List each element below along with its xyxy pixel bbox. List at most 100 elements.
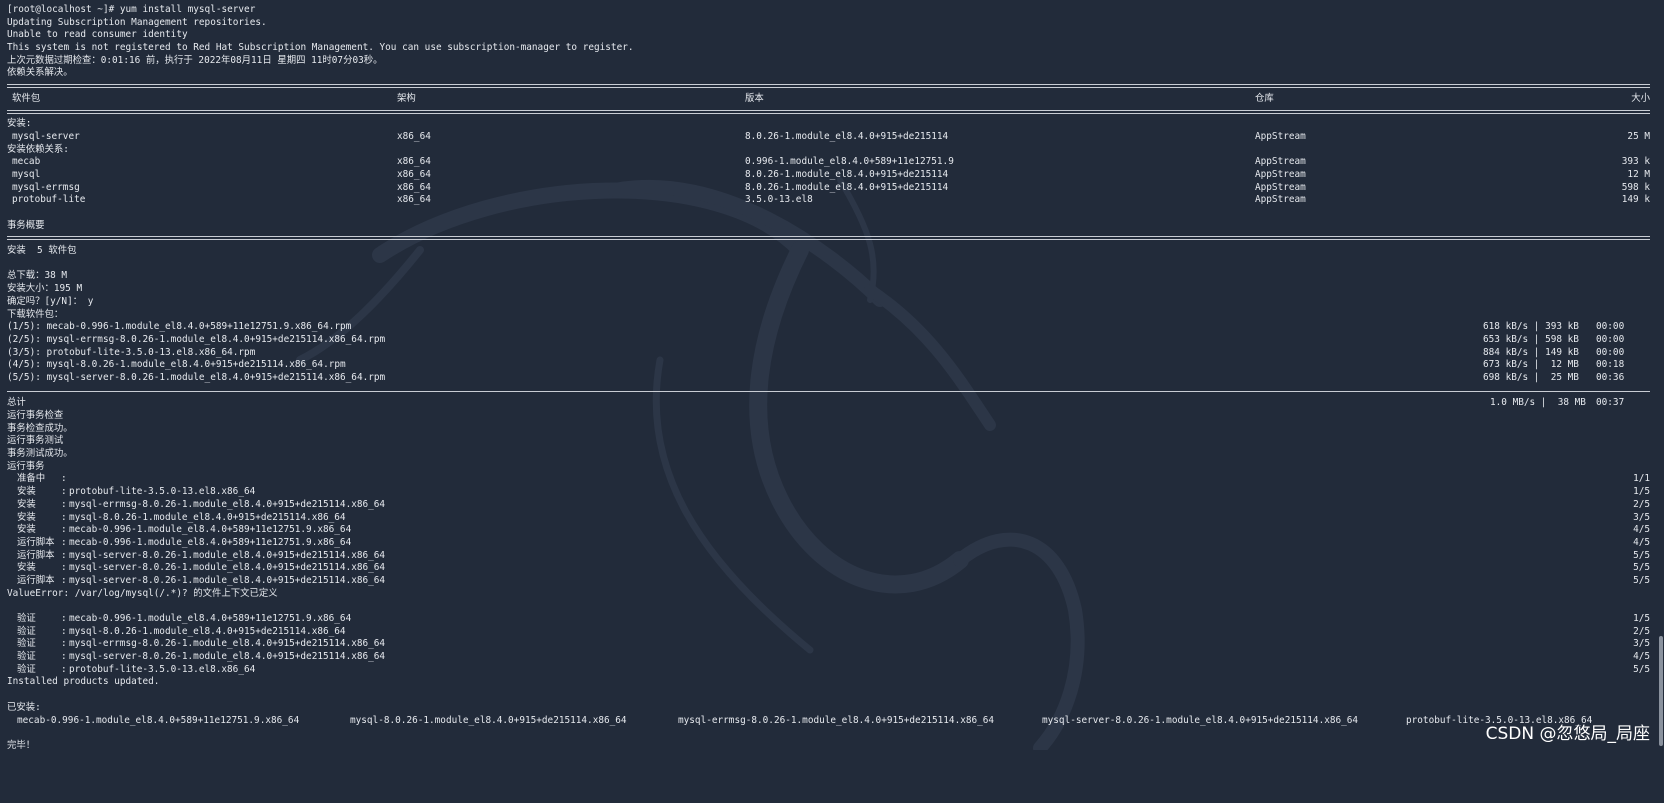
section-label: 安装: <box>7 118 32 130</box>
download-row: (4/5): mysql-8.0.26-1.module_el8.4.0+915… <box>7 359 1657 372</box>
download-time: 00:36 <box>1596 371 1625 383</box>
step-package: mysql-errmsg-8.0.26-1.module_el8.4.0+915… <box>69 498 386 510</box>
step-progress: 4/5 <box>1633 524 1650 536</box>
installed-package: mysql-server-8.0.26-1.module_el8.4.0+915… <box>1042 714 1359 726</box>
output-line: 运行事务测试 <box>7 435 64 447</box>
step-verb: 运行脚本 <box>17 536 55 548</box>
table-divider <box>7 232 1657 245</box>
step-row: 安装 : mysql-errmsg-8.0.26-1.module_el8.4.0… <box>7 499 1657 512</box>
package-version: 3.5.0-13.el8 <box>745 194 813 206</box>
output-line: This system is not registered to Red Hat… <box>7 42 634 54</box>
download-rate: 618 kB/s | 393 kB <box>1483 321 1579 333</box>
package-name: mysql <box>12 168 41 180</box>
table-row: mecab x86_64 0.996-1.module_el8.4.0+589+… <box>7 156 1657 169</box>
step-progress: 1/1 <box>1633 473 1650 485</box>
step-separator: : <box>61 524 67 536</box>
download-rate: 884 kB/s | 149 kB <box>1483 346 1579 358</box>
package-size: 393 k <box>1621 156 1650 168</box>
done-line: 完毕！ <box>7 739 36 751</box>
step-verb: 安装 <box>17 511 59 523</box>
verify-progress: 1/5 <box>1633 613 1650 624</box>
install-size: 安装大小：195 M <box>7 283 83 295</box>
verify-progress: 4/5 <box>1633 651 1650 663</box>
step-verb: 准备中 <box>17 473 57 485</box>
terminal-output[interactable]: [root@localhost ~]# yum install mysql-se… <box>7 4 1657 753</box>
table-row: mysql-errmsg x86_64 8.0.26-1.module_el8.… <box>7 182 1657 195</box>
download-rate: 653 kB/s | 598 kB <box>1483 333 1579 345</box>
downloading-label: 下载软件包： <box>7 308 64 320</box>
step-progress: 5/5 <box>1633 574 1650 586</box>
verify-verb: 验证 <box>17 613 59 624</box>
output-line: Installed products updated. <box>7 676 160 688</box>
total-label: 总计 <box>7 397 26 409</box>
output-line: 依赖关系解决。 <box>7 67 73 79</box>
step-progress: 5/5 <box>1633 562 1650 574</box>
verify-progress: 5/5 <box>1633 663 1650 675</box>
total-download: 总下载：38 M <box>7 270 68 282</box>
total-rate: 1.0 MB/s | 38 MB <box>1490 397 1586 409</box>
verify-row: 验证 : mysql-server-8.0.26-1.module_el8.4.0… <box>7 651 1657 664</box>
step-verb: 安装 <box>17 562 59 574</box>
download-time: 00:00 <box>1596 333 1625 345</box>
verify-row: 验证 : mysql-8.0.26-1.module_el8.4.0+915+de… <box>7 626 1657 639</box>
download-file: (1/5): mecab-0.996-1.module_el8.4.0+589+… <box>7 321 352 333</box>
verify-package: mysql-server-8.0.26-1.module_el8.4.0+915… <box>69 651 386 663</box>
download-time: 00:18 <box>1596 359 1625 371</box>
column-header-size: 大小 <box>1631 92 1650 104</box>
step-progress: 1/5 <box>1633 486 1650 498</box>
package-repo: AppStream <box>1255 181 1306 193</box>
verify-row: 验证 : mysql-errmsg-8.0.26-1.module_el8.4.0… <box>7 638 1657 651</box>
table-row: mysql-server x86_64 8.0.26-1.module_el8.… <box>7 131 1657 144</box>
installed-package: mysql-8.0.26-1.module_el8.4.0+915+de2151… <box>350 714 627 726</box>
scrollbar[interactable] <box>1659 636 1663 746</box>
step-package: mysql-server-8.0.26-1.module_el8.4.0+915… <box>69 562 386 574</box>
step-package: mecab-0.996-1.module_el8.4.0+589+11e1275… <box>69 524 352 536</box>
table-divider <box>7 80 1657 93</box>
output-line: 运行事务 <box>7 460 45 472</box>
output-line: Updating Subscription Management reposit… <box>7 16 267 28</box>
package-arch: x86_64 <box>397 130 431 142</box>
download-row: (1/5): mecab-0.996-1.module_el8.4.0+589+… <box>7 321 1657 334</box>
step-row: 安装 : mecab-0.996-1.module_el8.4.0+589+11e… <box>7 524 1657 537</box>
output-line: Unable to read consumer identity <box>7 29 188 41</box>
table-header: 软件包 架构 版本 仓库 大小 <box>7 93 1657 106</box>
step-separator: : <box>61 638 67 650</box>
step-separator: : <box>61 473 67 485</box>
verify-package: protobuf-lite-3.5.0-13.el8.x86_64 <box>69 663 256 675</box>
summary-title: 事务概要 <box>7 219 45 231</box>
package-size: 12 M <box>1627 168 1650 180</box>
total-time: 00:37 <box>1596 397 1625 409</box>
package-repo: AppStream <box>1255 156 1306 168</box>
step-separator: : <box>61 549 67 561</box>
output-line: 运行事务检查 <box>7 410 64 421</box>
verify-progress: 3/5 <box>1633 638 1650 650</box>
package-version: 8.0.26-1.module_el8.4.0+915+de215114 <box>745 168 949 180</box>
step-row: 运行脚本: mysql-server-8.0.26-1.module_el8.4.… <box>7 550 1657 563</box>
package-size: 25 M <box>1627 130 1650 142</box>
command-prompt: [root@localhost ~]# yum install mysql-se… <box>7 4 256 15</box>
step-verb: 运行脚本 <box>17 549 55 561</box>
step-row: 运行脚本: mecab-0.996-1.module_el8.4.0+589+11… <box>7 537 1657 550</box>
step-separator: : <box>61 651 67 663</box>
verify-row: 验证 : protobuf-lite-3.5.0-13.el8.x86_64 5/5 <box>7 664 1657 677</box>
package-version: 0.996-1.module_el8.4.0+589+11e12751.9 <box>745 156 954 168</box>
column-header-package: 软件包 <box>12 92 41 104</box>
download-rate: 698 kB/s | 25 MB <box>1483 371 1579 383</box>
step-progress: 4/5 <box>1633 536 1650 548</box>
step-separator: : <box>61 562 67 574</box>
download-row: (3/5): protobuf-lite-3.5.0-13.el8.x86_64… <box>7 347 1657 360</box>
output-line: 上次元数据过期检查：0:01:16 前，执行于 2022年08月11日 星期四 … <box>7 54 383 66</box>
total-divider <box>7 385 1657 398</box>
column-header-version: 版本 <box>745 92 764 104</box>
package-version: 8.0.26-1.module_el8.4.0+915+de215114 <box>745 181 949 193</box>
total-row: 总计 1.0 MB/s | 38 MB 00:37 <box>7 397 1657 410</box>
column-header-arch: 架构 <box>397 92 416 104</box>
table-divider <box>7 106 1657 119</box>
package-repo: AppStream <box>1255 168 1306 180</box>
confirm-prompt: 确定吗？[y/N]： y <box>7 295 94 307</box>
installed-list: mecab-0.996-1.module_el8.4.0+589+11e1275… <box>7 715 1657 728</box>
package-name: mecab <box>12 156 41 168</box>
package-arch: x86_64 <box>397 168 431 180</box>
step-package: mecab-0.996-1.module_el8.4.0+589+11e1275… <box>69 536 352 548</box>
package-repo: AppStream <box>1255 130 1306 142</box>
